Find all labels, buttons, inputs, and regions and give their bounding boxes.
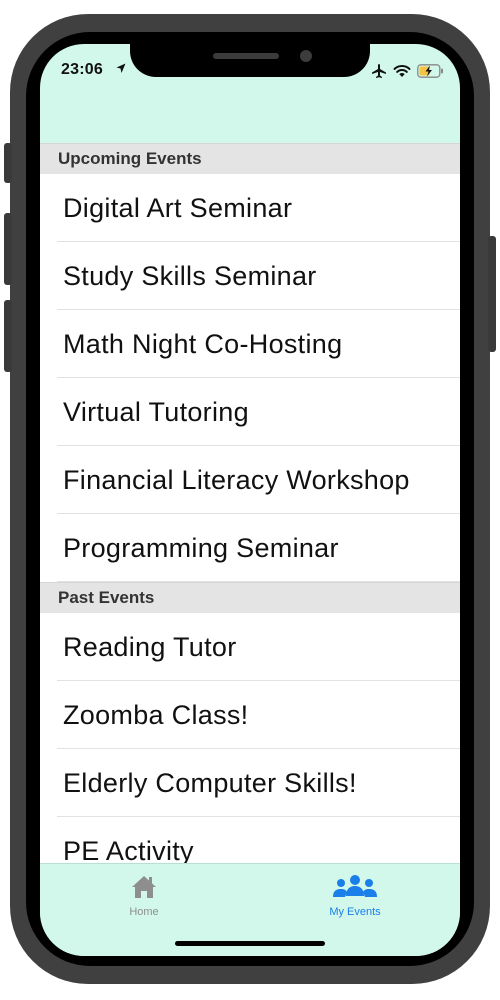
airplane-icon [372, 64, 386, 78]
list-item[interactable]: Financial Literacy Workshop [40, 446, 460, 514]
tab-my-events-label: My Events [329, 906, 381, 918]
speaker-grille [213, 53, 279, 59]
home-indicator[interactable] [175, 941, 325, 946]
status-time: 23:06 [61, 61, 103, 78]
people-icon [333, 875, 377, 897]
events-list[interactable]: Upcoming Events Digital Art Seminar Stud… [40, 143, 460, 863]
home-icon [132, 876, 156, 898]
list-item[interactable]: Virtual Tutoring [40, 378, 460, 446]
volume-down-button [4, 300, 12, 372]
list-item[interactable]: Zoomba Class! [40, 681, 460, 749]
phone-screen: 23:06 Upcoming Events Digital Art Semina… [40, 44, 460, 956]
tab-my-events[interactable]: My Events [275, 874, 435, 918]
power-button [488, 236, 496, 352]
section-header-upcoming: Upcoming Events [40, 143, 460, 174]
list-item[interactable]: PE Activity [40, 817, 460, 863]
status-icons [371, 63, 444, 79]
list-item[interactable]: Digital Art Seminar [40, 174, 460, 242]
list-item[interactable]: Elderly Computer Skills! [40, 749, 460, 817]
list-item[interactable]: Reading Tutor [40, 613, 460, 681]
volume-up-button [4, 213, 12, 285]
list-item[interactable]: Math Night Co-Hosting [40, 310, 460, 378]
mute-switch [4, 143, 12, 183]
location-arrow-icon [116, 63, 126, 73]
list-item[interactable]: Study Skills Seminar [40, 242, 460, 310]
tab-home-label: Home [129, 906, 159, 918]
notch [130, 44, 370, 77]
section-header-past: Past Events [40, 582, 460, 613]
tab-home[interactable]: Home [64, 874, 224, 918]
list-item[interactable]: Programming Seminar [40, 514, 460, 582]
wifi-icon [393, 65, 411, 77]
battery-charging-icon [417, 64, 443, 78]
front-camera [300, 50, 312, 62]
